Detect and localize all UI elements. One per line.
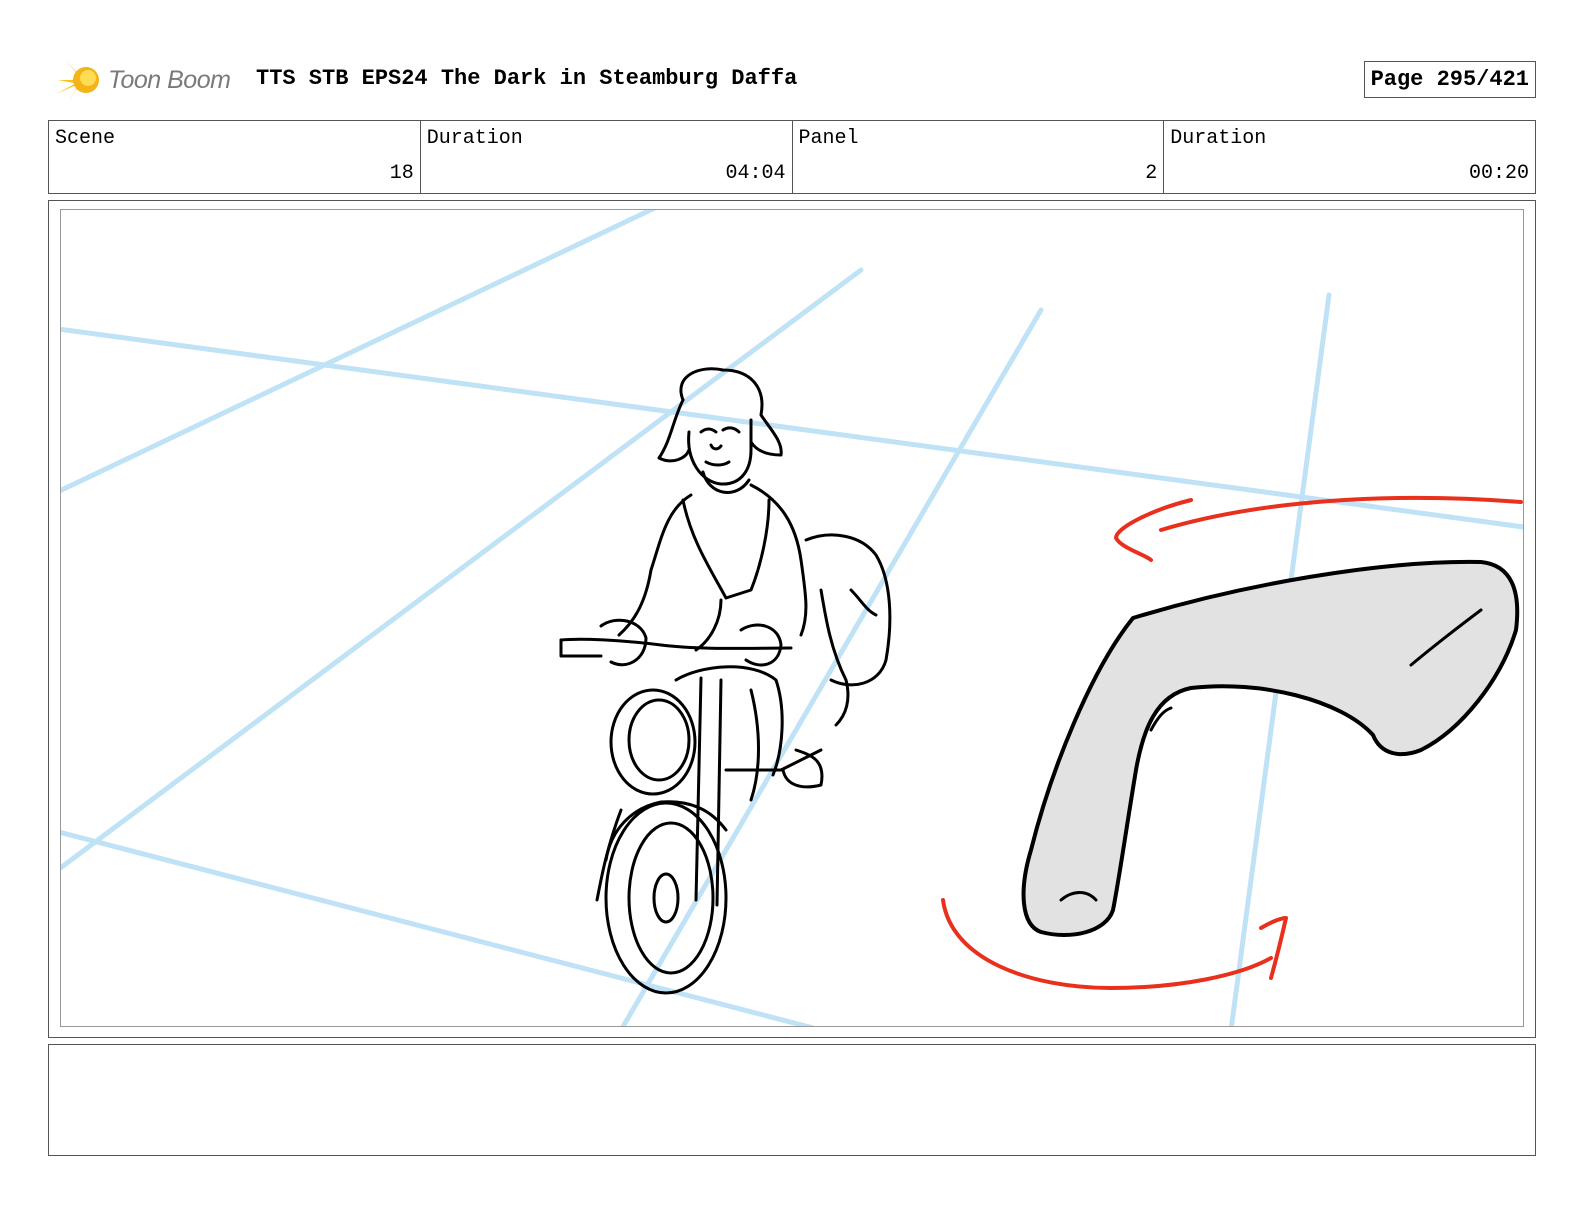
page-header: Toon Boom TTS STB EPS24 The Dark in Stea… bbox=[48, 56, 1536, 104]
panel-cell: Panel 2 bbox=[793, 121, 1165, 193]
scene-duration-label: Duration bbox=[426, 127, 523, 150]
panel-duration-cell: Duration 00:20 bbox=[1164, 121, 1535, 193]
panel-sketch bbox=[61, 210, 1523, 1026]
page-number: Page 295/421 bbox=[1363, 61, 1536, 98]
panel-caption-box bbox=[48, 1044, 1536, 1156]
panel-value: 2 bbox=[1145, 162, 1158, 185]
scene-label: Scene bbox=[55, 127, 116, 150]
storyboard-drawing bbox=[60, 209, 1524, 1027]
rider-on-motorcycle bbox=[559, 367, 892, 995]
scene-duration-value: 04:04 bbox=[725, 162, 786, 185]
scene-value: 18 bbox=[389, 162, 414, 185]
panel-label: Panel bbox=[798, 127, 859, 150]
storyboard-panel-frame bbox=[48, 200, 1536, 1038]
panel-duration-label: Duration bbox=[1170, 127, 1267, 150]
scene-cell: Scene 18 bbox=[49, 121, 421, 193]
logo-text: Toon Boom bbox=[108, 65, 231, 94]
document-title: TTS STB EPS24 The Dark in Steamburg Daff… bbox=[256, 66, 798, 91]
toon-boom-logo: Toon Boom bbox=[52, 56, 231, 104]
star-burst-icon bbox=[54, 60, 99, 102]
scene-duration-cell: Duration 04:04 bbox=[421, 121, 793, 193]
scene-info-table: Scene 18 Duration 04:04 Panel 2 Duration… bbox=[48, 120, 1536, 194]
panel-duration-value: 00:20 bbox=[1468, 162, 1529, 185]
